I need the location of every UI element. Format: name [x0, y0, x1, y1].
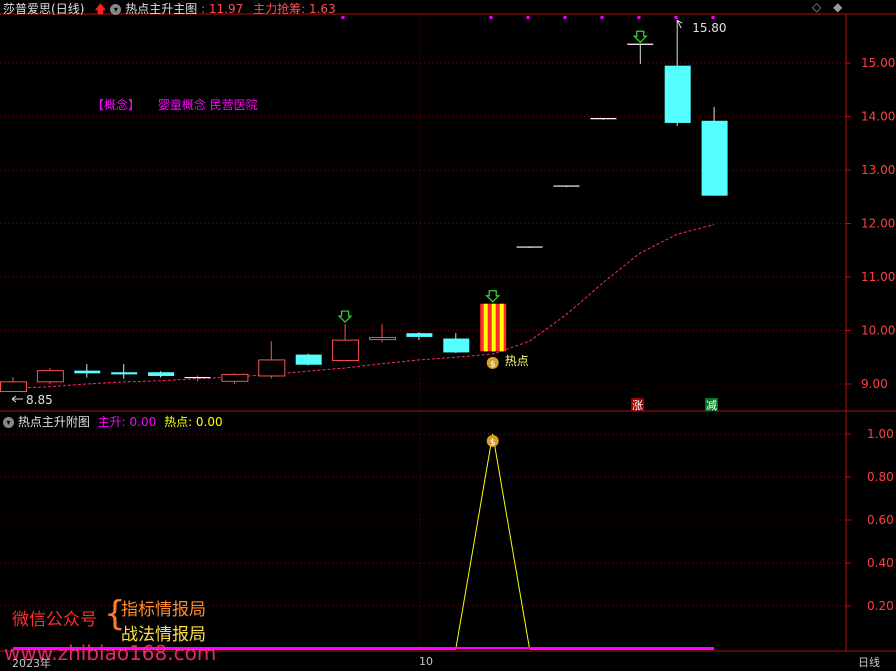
sub-tick-label: 0.40 — [867, 556, 894, 570]
main-header: 莎普爱思(日线) 🡅 ▾ 热点主升主图 : 11.97 主力抢筹: 1.63 — [3, 2, 336, 16]
price-tick-label: 12.00 — [861, 217, 895, 231]
peak-money-bag-symbol: $ — [490, 438, 496, 448]
price-tick-label: 13.00 — [861, 163, 895, 177]
hot-label: 热点 — [505, 354, 529, 368]
zhusheng-label: 主升: 0.00 — [97, 415, 157, 429]
high-pointer-icon — [676, 19, 683, 29]
stock-name: 莎普爱思 — [3, 2, 52, 16]
price-tick-label: 14.00 — [861, 110, 895, 124]
top-dot-marker — [341, 16, 345, 19]
watermark-right-top: 指标情报局 — [121, 600, 206, 620]
down-arrow-icon — [485, 290, 501, 303]
candle-body[interactable] — [74, 370, 101, 374]
redian-label: 热点: 0.00 — [164, 415, 223, 429]
chevron-down-icon[interactable]: ▾ — [3, 417, 14, 428]
top-dot-marker — [711, 16, 715, 19]
down-arrow-icon — [632, 30, 648, 44]
down-arrow-icon — [337, 310, 353, 323]
high-price-label: 15.80 — [692, 21, 726, 35]
price-tick-label: 10.00 — [861, 324, 895, 338]
price-tick-label: 9.00 — [861, 377, 888, 391]
diamond-icon[interactable]: ◇ — [812, 0, 821, 14]
candle-body[interactable] — [406, 333, 433, 337]
candle-body[interactable] — [332, 339, 360, 361]
top-dot-marker — [563, 16, 567, 19]
candle-body[interactable] — [36, 370, 64, 383]
top-dot-marker — [674, 16, 678, 19]
sub-header: ▾ 热点主升附图 主升: 0.00 热点: 0.00 — [3, 413, 223, 430]
top-dot-marker — [526, 16, 530, 19]
up-arrow-icon: 🡅 — [94, 2, 107, 16]
sub-tick-label: 1.00 — [867, 427, 894, 441]
month-label: 10 — [419, 655, 433, 668]
window-controls: ◇ ◆ — [812, 0, 842, 14]
sub-tick-label: 0.60 — [867, 513, 894, 527]
year-label: 2023年 — [12, 657, 51, 670]
sub-tick-label: 0.80 — [867, 470, 894, 484]
candle-body[interactable] — [664, 65, 691, 123]
concept-line: 【概念】 婴童概念 民营医院 — [92, 96, 258, 113]
chevron-down-icon[interactable]: ▾ — [110, 4, 122, 15]
zhang-badge-text: 涨 — [632, 399, 643, 412]
candle-body[interactable] — [701, 120, 728, 196]
top-dot-marker — [489, 16, 493, 19]
jian-badge-text: 减 — [706, 399, 717, 412]
indicator-name[interactable]: 热点主升主图 — [125, 2, 197, 16]
low-pointer-icon — [11, 395, 23, 403]
top-dot-marker — [600, 16, 604, 19]
low-price-label: 8.85 — [26, 393, 53, 407]
hot-candle-stripe — [499, 303, 504, 352]
candle-body[interactable] — [295, 354, 322, 365]
price-tick-label: 15.00 — [861, 56, 895, 70]
period-button[interactable]: 日线 — [858, 654, 880, 670]
indicator-value: 11.97 — [208, 2, 244, 16]
candle-body[interactable] — [258, 359, 286, 377]
hot-candle-stripe — [491, 303, 496, 352]
concept-text: 婴童概念 民营医院 — [157, 98, 258, 112]
candle-body[interactable] — [111, 372, 138, 375]
watermark-left: 微信公众号 — [12, 610, 97, 630]
candle-body[interactable] — [221, 373, 249, 382]
concept-tag: 【概念】 — [92, 98, 141, 112]
top-dot-marker — [637, 16, 641, 19]
sub-indicator-name[interactable]: 热点主升附图 — [18, 415, 90, 429]
main-force-label: 主力抢筹: 1.63 — [253, 2, 336, 16]
candle-body[interactable] — [369, 336, 396, 341]
sub-tick-label: 0.20 — [867, 599, 894, 613]
money-bag-symbol: $ — [490, 360, 496, 370]
candle-body[interactable] — [443, 338, 470, 353]
hot-candle-stripe — [483, 303, 488, 352]
diamond-fill-icon[interactable]: ◆ — [833, 0, 842, 14]
ma-line — [12, 224, 715, 389]
period-label: (日线) — [51, 2, 85, 16]
candle-body[interactable] — [0, 381, 27, 392]
price-tick-label: 11.00 — [861, 270, 895, 284]
candle-body[interactable] — [148, 372, 175, 376]
